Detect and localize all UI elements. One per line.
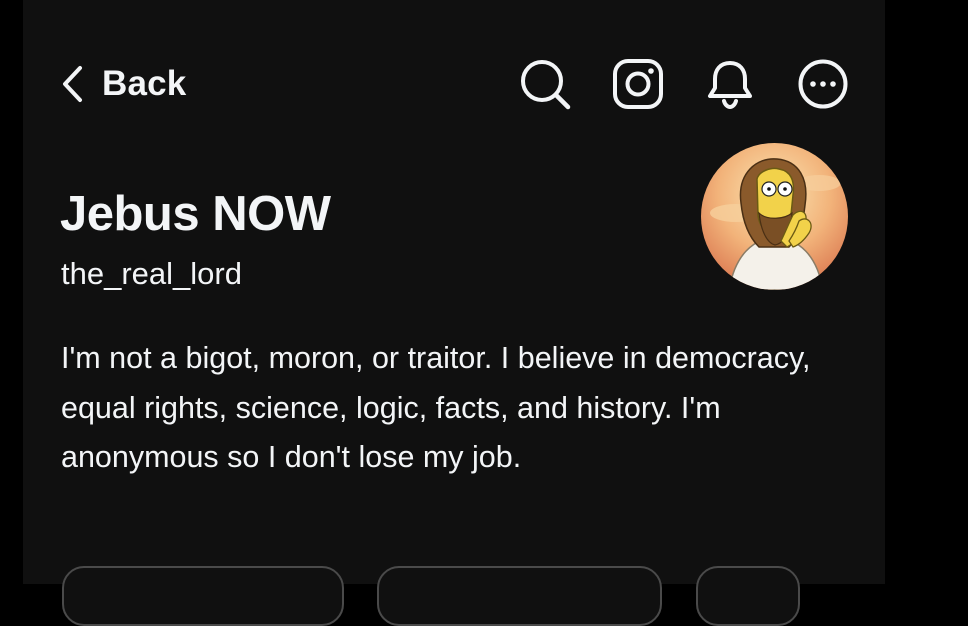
chevron-left-icon [63,66,82,102]
back-label: Back [102,64,187,103]
search-icon [521,60,571,110]
avatar[interactable] [701,143,848,290]
more-button[interactable] [797,58,849,110]
bell-icon [708,61,753,110]
instagram-icon [612,59,663,109]
more-icon [798,59,848,109]
profile-username: the_real_lord [61,256,242,291]
mention-button[interactable] [377,566,662,626]
profile-action-button[interactable] [696,566,800,626]
profile-display-name: Jebus NOW [60,187,331,241]
profile-bio: I'm not a bigot, moron, or traitor. I be… [61,341,811,474]
avatar-illustration [701,143,848,290]
back-button[interactable]: Back [60,58,186,110]
search-button[interactable] [519,58,571,110]
follow-button[interactable] [62,566,344,626]
header-actions [519,58,849,110]
notifications-button[interactable] [704,58,756,110]
instagram-button[interactable] [612,58,664,110]
